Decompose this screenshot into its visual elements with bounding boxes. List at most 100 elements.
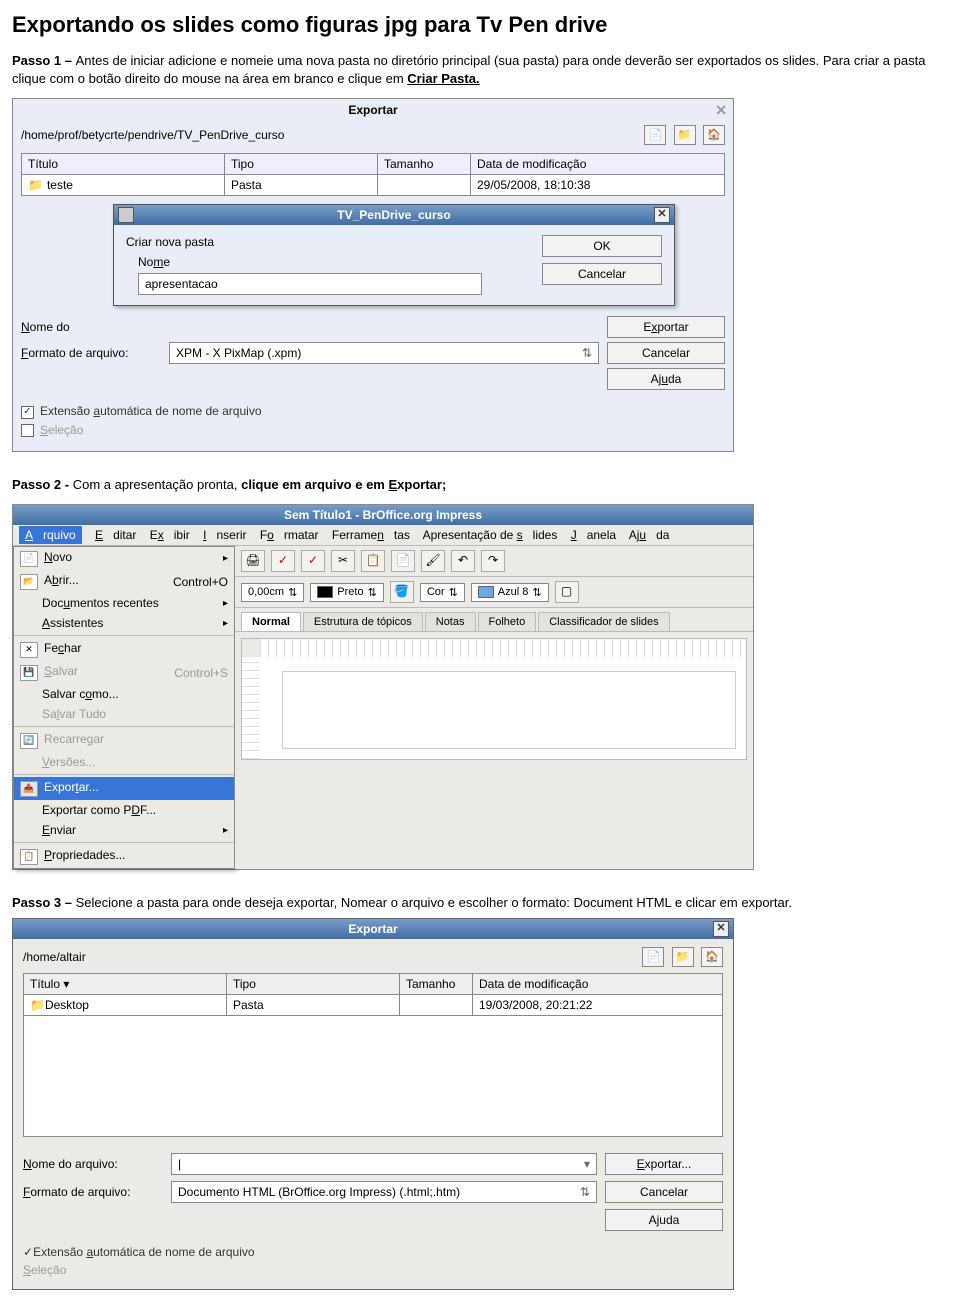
ok-button[interactable]: OK (542, 235, 662, 257)
chevron-updown-icon: ⇅ (582, 346, 592, 360)
menu-formatar[interactable]: Formatar (260, 528, 319, 542)
export-dialog-3: Exportar ✕ /home/altair 📄 📁 🏠 Título ▾ T… (12, 918, 734, 1290)
selection-checkbox: Seleção (23, 1263, 723, 1277)
folder-up-icon[interactable]: 📁 (672, 947, 694, 967)
folder-up-icon[interactable]: 📁 (674, 125, 696, 145)
cut-icon[interactable]: ✂ (331, 550, 355, 572)
step3-label: Passo 3 – (12, 895, 76, 910)
file-list-table[interactable]: Título ▾ Tipo Tamanho Data de modificaçã… (23, 973, 723, 1016)
paint-icon[interactable]: 🖌 (421, 550, 445, 572)
export-button[interactable]: Exportar (607, 316, 725, 338)
menu-editar[interactable]: Editar (95, 528, 136, 542)
tab-classificador[interactable]: Classificador de slides (538, 612, 669, 631)
menu-exibir[interactable]: Exibir (150, 528, 190, 542)
menu-item-assistentes[interactable]: Assistentes▸ (14, 613, 234, 633)
menu-ajuda[interactable]: Ajuda (629, 528, 670, 542)
line-color-select[interactable]: Preto⇅ (310, 583, 384, 602)
menu-item-propriedades[interactable]: 📋Propriedades... (14, 845, 234, 868)
line-width-field[interactable]: 0,00cm⇅ (241, 583, 304, 602)
dialog3-titlebar[interactable]: Exportar ✕ (13, 919, 733, 939)
file-list-table[interactable]: Título Tipo Tamanho Data de modificação … (21, 153, 725, 196)
copy-icon[interactable]: 📋 (361, 550, 385, 572)
chevron-down-icon[interactable]: ▾ (584, 1157, 590, 1171)
file-list-empty-area[interactable] (23, 1016, 723, 1137)
menu-item-recentes[interactable]: Documentos recentes▸ (14, 593, 234, 613)
menu-item-enviar[interactable]: Enviar▸ (14, 820, 234, 840)
format-select[interactable]: XPM - X PixMap (.xpm) ⇅ (169, 342, 599, 364)
modal-legend: Criar nova pasta (126, 235, 526, 249)
menu-item-exportar-pdf[interactable]: Exportar como PDF... (14, 800, 234, 820)
auto-extension-checkbox[interactable]: ✓Extensão automática de nome de arquivo (23, 1245, 723, 1259)
fill-color-select[interactable]: Azul 8⇅ (471, 583, 549, 602)
auto-extension-checkbox[interactable]: ✓Extensão automática de nome de arquivo (21, 404, 725, 418)
close-icon[interactable]: ✕ (654, 207, 670, 223)
step1-label: Passo 1 – (12, 53, 76, 68)
tab-normal[interactable]: Normal (241, 612, 301, 631)
cancel-button[interactable]: Cancelar (605, 1181, 723, 1203)
table-row[interactable]: 📁Desktop Pasta 19/03/2008, 20:21:22 (24, 995, 723, 1016)
col-title[interactable]: Título (22, 154, 225, 175)
menu-item-salvar-como[interactable]: Salvar como... (14, 684, 234, 704)
impress-menubar[interactable]: Arquivo Editar Exibir Inserir Formatar F… (13, 525, 753, 546)
close-icon[interactable]: ✕ (715, 102, 727, 119)
standard-toolbar[interactable]: 🖨 ✓ ✓ ✂ 📋 📄 🖌 ↶ ↷ (235, 546, 753, 577)
line-fill-toolbar[interactable]: 0,00cm⇅ Preto⇅ 🪣 Cor⇅ Azul 8⇅ ▢ (235, 577, 753, 608)
create-folder-modal: TV_PenDrive_curso ✕ Criar nova pasta Nom… (113, 204, 675, 306)
col-date[interactable]: Data de modificação (471, 154, 725, 175)
cell-date: 29/05/2008, 18:10:38 (471, 175, 725, 196)
menu-arquivo[interactable]: Arquivo (19, 526, 82, 544)
help-button[interactable]: Ajuda (607, 368, 725, 390)
fill-bucket-icon[interactable]: 🪣 (390, 581, 414, 603)
dialog3-title: Exportar (348, 922, 397, 936)
menu-apresentacao[interactable]: Apresentação de slides (423, 528, 558, 542)
col-type[interactable]: Tipo (227, 974, 400, 995)
chevron-updown-icon: ⇅ (580, 1185, 590, 1199)
menu-ferramentas[interactable]: Ferramentas (332, 528, 410, 542)
modal-titlebar[interactable]: TV_PenDrive_curso ✕ (114, 205, 674, 225)
menu-item-novo[interactable]: 📄Novo▸ (14, 547, 234, 570)
undo-icon[interactable]: ↶ (451, 550, 475, 572)
filename-label: Nome do arquivo: (23, 1157, 163, 1171)
new-doc-icon[interactable]: 📄 (644, 125, 666, 145)
help-button[interactable]: Ajuda (605, 1209, 723, 1231)
col-title[interactable]: Título ▾ (24, 974, 227, 995)
menu-item-exportar[interactable]: 📤Exportar... (14, 777, 234, 800)
fill-type-select[interactable]: Cor⇅ (420, 583, 465, 602)
view-tabs: Normal Estrutura de tópicos Notas Folhet… (235, 608, 753, 632)
menu-inserir[interactable]: Inserir (203, 528, 246, 542)
filename-input[interactable]: | ▾ (171, 1153, 597, 1175)
slide-canvas[interactable] (241, 638, 747, 760)
abc-auto-icon[interactable]: ✓ (301, 550, 325, 572)
tab-folheto[interactable]: Folheto (478, 612, 537, 631)
folder-name-input[interactable] (138, 273, 482, 295)
abc-check-icon[interactable]: ✓ (271, 550, 295, 572)
new-doc-icon[interactable]: 📄 (642, 947, 664, 967)
format-select[interactable]: Documento HTML (BrOffice.org Impress) (.… (171, 1181, 597, 1203)
export-button[interactable]: Exportar... (605, 1153, 723, 1175)
step2-text: Com a apresentação pronta, (73, 477, 241, 492)
redo-icon[interactable]: ↷ (481, 550, 505, 572)
tab-estrutura[interactable]: Estrutura de tópicos (303, 612, 423, 631)
col-type[interactable]: Tipo (225, 154, 378, 175)
table-row[interactable]: 📁teste Pasta 29/05/2008, 18:10:38 (22, 175, 725, 196)
home-icon[interactable]: 🏠 (703, 125, 725, 145)
dialog1-titlebar[interactable]: Exportar ✕ (13, 99, 733, 121)
menu-item-fechar[interactable]: ✕Fechar (14, 638, 234, 661)
print-icon[interactable]: 🖨 (241, 550, 265, 572)
menu-item-abrir[interactable]: 📂Abrir...Control+O (14, 570, 234, 593)
col-size[interactable]: Tamanho (400, 974, 473, 995)
cell-size (378, 175, 471, 196)
step2-label: Passo 2 - (12, 477, 73, 492)
menu-item-salvar: 💾SalvarControl+S (14, 661, 234, 684)
tab-notas[interactable]: Notas (425, 612, 476, 631)
menu-janela[interactable]: Janela (571, 528, 616, 542)
paste-icon[interactable]: 📄 (391, 550, 415, 572)
impress-titlebar[interactable]: Sem Título1 - BrOffice.org Impress (13, 505, 753, 525)
cancel-button[interactable]: Cancelar (607, 342, 725, 364)
col-size[interactable]: Tamanho (378, 154, 471, 175)
cancel-button[interactable]: Cancelar (542, 263, 662, 285)
col-date[interactable]: Data de modificação (473, 974, 723, 995)
close-icon[interactable]: ✕ (713, 921, 729, 937)
shadow-icon[interactable]: ▢ (555, 581, 579, 603)
home-icon[interactable]: 🏠 (701, 947, 723, 967)
